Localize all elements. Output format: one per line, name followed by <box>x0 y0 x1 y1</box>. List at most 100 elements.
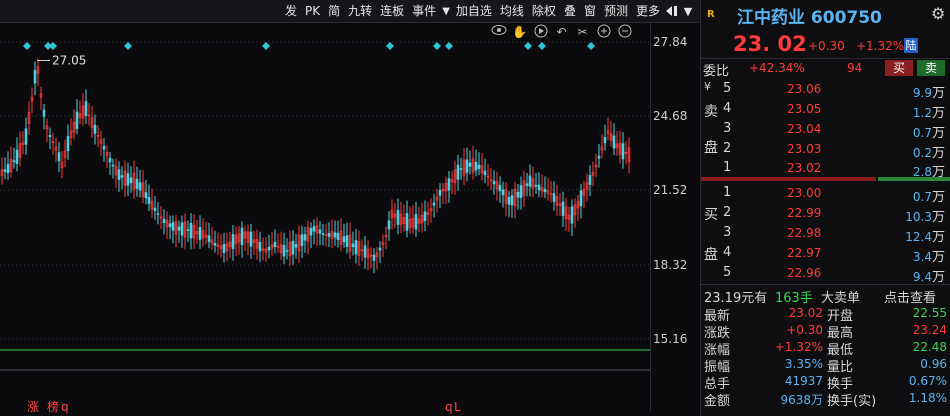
big-order-amount: 23.19元有 <box>704 291 768 306</box>
stat-label: 金额 <box>704 394 731 409</box>
candle-body <box>459 168 463 170</box>
level-number: 2 <box>723 141 732 156</box>
gear-icon[interactable]: ⚙ <box>931 4 945 23</box>
stats-row: 振幅 3.35% 量比 0.96 <box>701 356 950 375</box>
sell-level-row[interactable]: 3 23.04 0.7万 <box>701 119 950 141</box>
toolbar-lianban-button[interactable]: 连板 <box>376 0 408 22</box>
toolbar-jiuzhuan-button[interactable]: 九转 <box>344 0 376 22</box>
kline-chart-pane[interactable]: 发 PK 简 九转 连板 事件 ▼ 加自选 均线 除权 叠 窗 预测 更多 ▼ … <box>0 0 700 416</box>
level-price: 22.99 <box>787 206 822 220</box>
candle-body <box>561 201 565 216</box>
rise-tag[interactable]: 涨 <box>27 399 39 416</box>
event-marker-icon[interactable] <box>445 42 453 50</box>
buy-level-row[interactable]: 5 22.96 9.4万 <box>701 263 950 285</box>
toolbar-ma-button[interactable]: 均线 <box>496 0 528 22</box>
sell-level-row[interactable]: 2 23.03 0.2万 <box>701 139 950 161</box>
event-marker-icon[interactable] <box>386 42 394 50</box>
candle-body <box>351 243 355 248</box>
sell-button[interactable]: 卖 <box>917 60 945 76</box>
candle-body <box>318 229 322 234</box>
stat-value: 9638万 <box>780 393 823 407</box>
toolbar-add-watchlist-button[interactable]: 加自选 <box>452 0 496 22</box>
event-marker-icon[interactable] <box>23 42 31 50</box>
event-marker-icon[interactable] <box>587 42 595 50</box>
level-price: 23.00 <box>787 186 822 200</box>
buy-level-row[interactable]: 2 22.99 10.3万 <box>701 203 950 225</box>
level-price: 23.03 <box>787 142 822 156</box>
candle-body <box>612 135 616 149</box>
stat-value: 23.02 <box>788 306 823 320</box>
stats-row: 总手 41937 换手 0.67% <box>701 373 950 392</box>
level-number: 1 <box>723 160 732 175</box>
level-volume-value: 9.9 <box>912 86 932 100</box>
lu-badge[interactable]: 陆 <box>904 38 918 53</box>
q-tag[interactable]: q <box>61 399 69 416</box>
candle-body <box>108 157 112 163</box>
event-marker-icon[interactable] <box>433 42 441 50</box>
collapse-panel-icon[interactable] <box>664 0 680 22</box>
price-change-pct: +1.32% <box>856 39 905 53</box>
level-number: 4 <box>723 101 732 116</box>
big-order-summary: 23.19元有 163手 大卖单 点击查看 <box>701 284 950 306</box>
candle-body <box>507 196 511 205</box>
chart-toolbar: 发 PK 简 九转 连板 事件 ▼ 加自选 均线 除权 叠 窗 预测 更多 ▼ <box>0 0 700 23</box>
toolbar-forecast-button[interactable]: 预测 <box>600 0 632 22</box>
toolbar-fa-button[interactable]: 发 <box>281 0 301 22</box>
event-marker-icon[interactable] <box>524 42 532 50</box>
candle-body <box>15 149 19 164</box>
buy-level-row[interactable]: 1 23.00 0.7万 <box>701 183 950 205</box>
stats-row: 金额 9638万 换手(实) 1.18% <box>701 390 950 409</box>
stat-value: 22.55 <box>912 306 947 320</box>
candle-body <box>138 182 142 191</box>
candle-body <box>120 175 124 178</box>
level-number: 1 <box>723 185 732 200</box>
buy-level-row[interactable]: 3 22.98 12.4万 <box>701 223 950 245</box>
l-tag[interactable]: L <box>454 399 461 416</box>
stat-value: +1.32% <box>774 340 823 354</box>
event-marker-icon[interactable] <box>124 42 132 50</box>
toolbar-jian-button[interactable]: 简 <box>324 0 344 22</box>
sell-level-row[interactable]: 5 23.06 9.9万 <box>701 79 950 101</box>
toolbar-window-button[interactable]: 窗 <box>580 0 600 22</box>
candle-body <box>111 164 115 167</box>
sell-level-row[interactable]: 4 23.05 1.2万 <box>701 99 950 121</box>
candle-body <box>144 192 148 199</box>
view-details-link[interactable]: 点击查看 <box>884 287 936 306</box>
candle-body <box>543 188 547 193</box>
sell-level-row[interactable]: 1 23.02 2.8万 <box>701 158 950 180</box>
level-price: 23.04 <box>787 122 822 136</box>
event-marker-icon[interactable] <box>538 42 546 50</box>
event-marker-icon[interactable] <box>49 42 57 50</box>
candle-body <box>162 218 166 224</box>
candle-body <box>93 124 97 134</box>
candle-body <box>33 69 37 84</box>
buy-level-row[interactable]: 4 22.97 3.4万 <box>701 243 950 265</box>
level-number: 3 <box>723 121 732 136</box>
toolbar-more-button[interactable]: 更多 <box>632 0 664 22</box>
toolbar-exright-button[interactable]: 除权 <box>528 0 560 22</box>
stock-title[interactable]: 江中药业 600750 <box>737 3 882 28</box>
bottom-tags: 涨 榜 q q L <box>0 399 650 416</box>
candle-body <box>24 128 28 145</box>
weibi-ratio: +42.34% <box>749 61 805 75</box>
buy-button[interactable]: 买 <box>885 60 913 76</box>
candle-body <box>477 164 481 169</box>
toolbar-overlay-button[interactable]: 叠 <box>560 0 580 22</box>
level-volume-value: 0.7 <box>912 190 932 204</box>
candle-body <box>447 178 451 191</box>
event-dropdown-icon[interactable]: ▼ <box>440 6 452 17</box>
price-axis: 27.84 24.68 21.52 18.32 15.16 <box>650 22 701 412</box>
toolbar-dropdown-icon[interactable]: ▼ <box>680 0 696 22</box>
toolbar-event-button[interactable]: 事件 <box>408 0 440 22</box>
candle-body <box>345 235 349 247</box>
candle-body <box>231 234 235 250</box>
event-marker-icon[interactable] <box>262 42 270 50</box>
candle-body <box>117 169 121 180</box>
level-volume-value: 12.4 <box>905 230 932 244</box>
candlestick-chart[interactable]: 27.05 <box>0 22 650 399</box>
stat-value: 0.96 <box>920 357 947 371</box>
toolbar-pk-button[interactable]: PK <box>301 0 324 22</box>
q-tag[interactable]: q <box>445 399 453 416</box>
candle-body <box>465 159 469 173</box>
rank-tag[interactable]: 榜 <box>47 399 59 416</box>
